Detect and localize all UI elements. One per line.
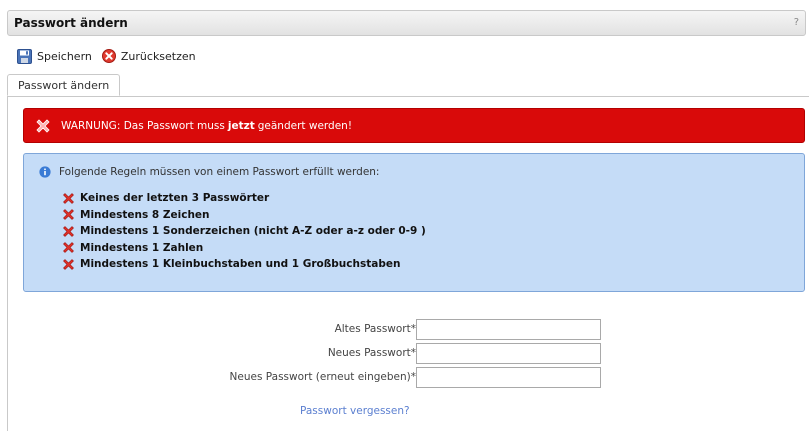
- warning-suffix: geändert werden!: [257, 119, 353, 132]
- list-item: Mindestens 1 Kleinbuchstaben und 1 Großb…: [62, 256, 426, 273]
- reset-label: Zurücksetzen: [120, 49, 196, 63]
- warning-banner: WARNUNG: Das Passwort muss jetzt geänder…: [23, 108, 805, 143]
- repeat-password-row: Neues Passwort (erneut eingeben)*: [150, 367, 610, 389]
- repeat-password-field[interactable]: [416, 367, 601, 388]
- new-password-field[interactable]: [416, 343, 601, 364]
- list-item: Mindestens 8 Zeichen: [62, 207, 426, 224]
- old-password-field[interactable]: [416, 319, 601, 340]
- tab-strip: Passwort ändern: [7, 74, 809, 97]
- list-item: Keines der letzten 3 Passwörter: [62, 190, 426, 207]
- red-x-icon: [63, 258, 74, 270]
- red-x-icon: [63, 242, 74, 254]
- rule-text: Keines der letzten 3 Passwörter: [80, 192, 270, 205]
- rule-text: Mindestens 1 Sonderzeichen (nicht A-Z od…: [80, 225, 426, 238]
- save-button[interactable]: Speichern: [17, 48, 92, 64]
- window-title: Passwort ändern: [14, 16, 128, 30]
- list-item: Mindestens 1 Zahlen: [62, 240, 426, 257]
- old-password-row: Altes Passwort*: [150, 319, 610, 341]
- rule-list: Keines der letzten 3 Passwörter Mindeste…: [62, 190, 426, 273]
- rule-text: Mindestens 1 Kleinbuchstaben und 1 Großb…: [80, 258, 401, 271]
- red-x-icon: [63, 225, 74, 237]
- new-password-row: Neues Passwort*: [150, 343, 610, 365]
- new-password-label: Neues Passwort*: [327, 347, 416, 359]
- tab-passwort-aendern[interactable]: Passwort ändern: [7, 74, 121, 96]
- rule-text: Mindestens 8 Zeichen: [80, 208, 210, 221]
- red-x-icon: [63, 192, 74, 204]
- red-x-icon: [63, 209, 74, 221]
- rules-header: Folgende Regeln müssen von einem Passwor…: [39, 166, 379, 178]
- old-password-label: Altes Passwort*: [334, 323, 416, 335]
- warning-prefix: WARNUNG: Das Passwort muss: [61, 119, 225, 132]
- rule-text: Mindestens 1 Zahlen: [80, 241, 204, 254]
- forgot-password-link[interactable]: Passwort vergessen?: [300, 405, 410, 417]
- reset-button[interactable]: Zurücksetzen: [101, 49, 196, 63]
- tab-panel-border: [7, 96, 8, 431]
- window-titlebar: Passwort ändern ?: [7, 10, 806, 36]
- floppy-disk-icon: [17, 48, 32, 64]
- list-item: Mindestens 1 Sonderzeichen (nicht A-Z od…: [62, 223, 426, 240]
- warning-emphasis: jetzt: [227, 119, 255, 132]
- rules-intro: Folgende Regeln müssen von einem Passwor…: [59, 166, 380, 178]
- help-button[interactable]: ?: [794, 17, 799, 28]
- save-label: Speichern: [37, 49, 92, 63]
- toolbar: Speichern Zurücksetzen: [17, 47, 206, 65]
- repeat-password-label: Neues Passwort (erneut eingeben)*: [229, 371, 416, 383]
- password-rules-box: Folgende Regeln müssen von einem Passwor…: [23, 153, 805, 292]
- warning-x-icon: [36, 118, 50, 133]
- info-icon: [39, 166, 51, 178]
- red-x-circle-icon: [101, 49, 116, 63]
